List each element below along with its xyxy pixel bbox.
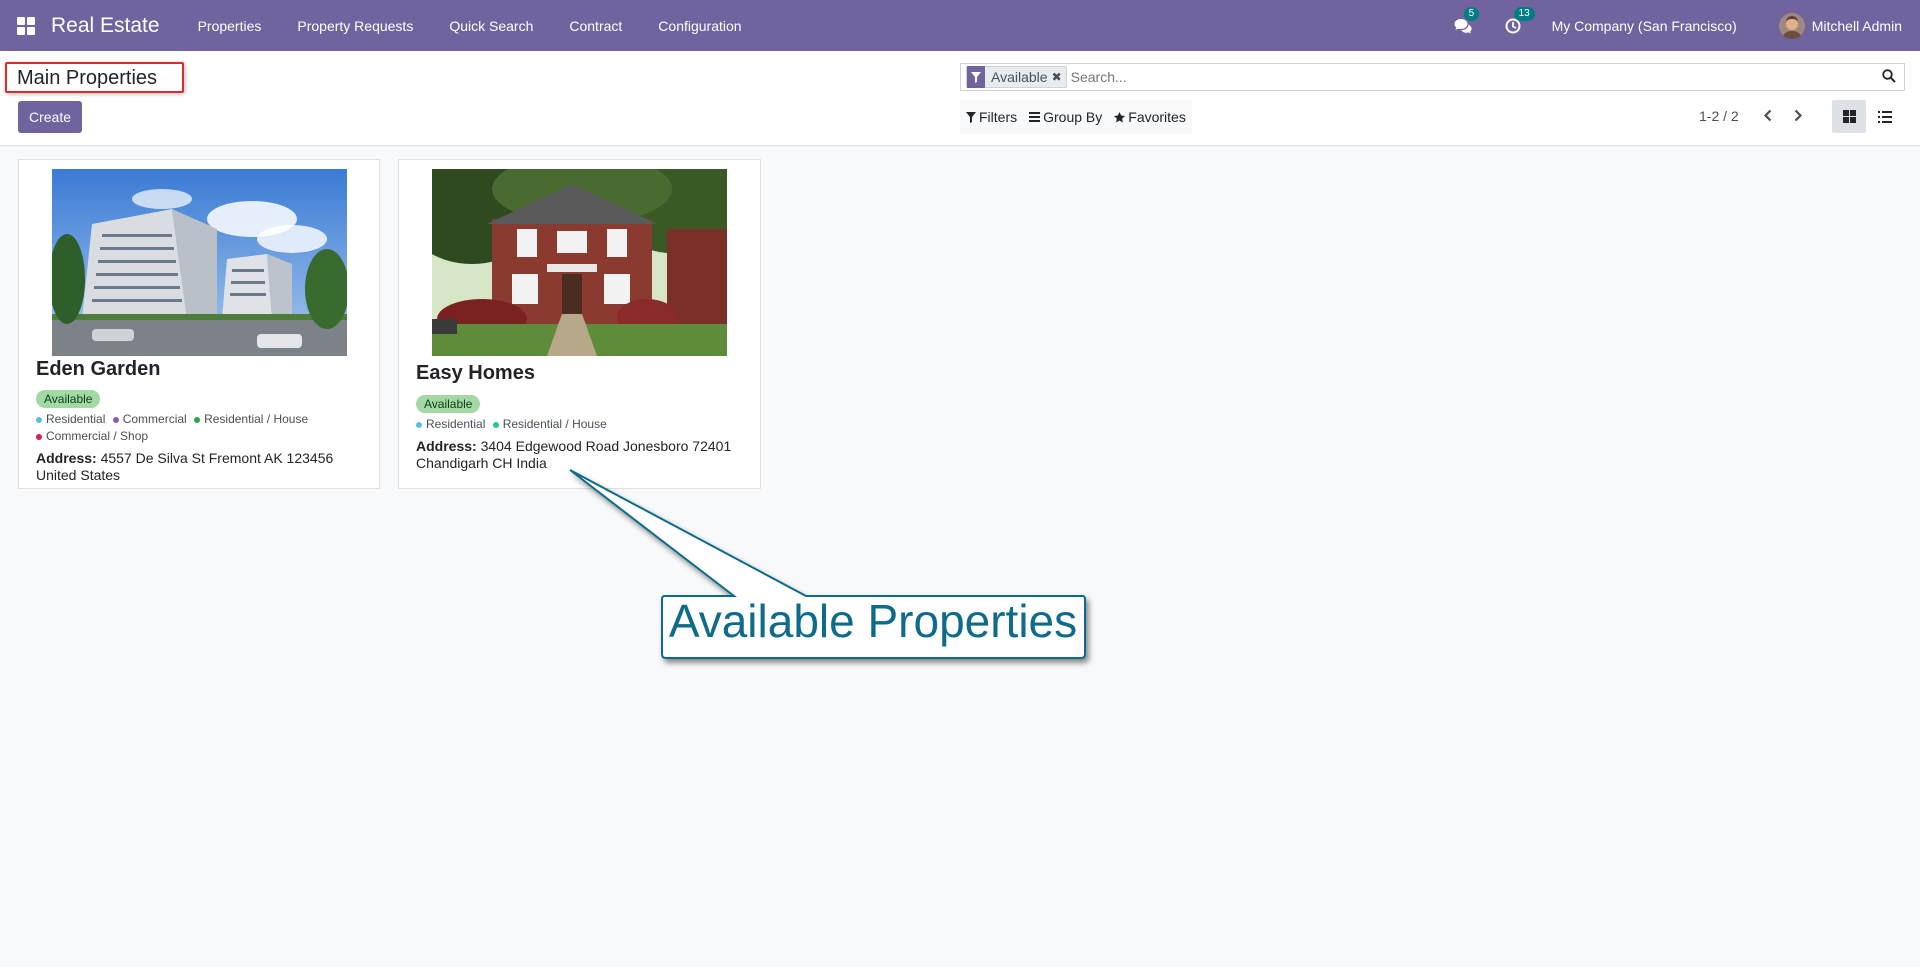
- facet-value: Available: [991, 69, 1048, 85]
- breadcrumb: Main Properties: [5, 62, 184, 93]
- tag-residential-house: Residential / House: [492, 416, 607, 433]
- menu-configuration[interactable]: Configuration: [640, 18, 759, 34]
- chevron-right-icon[interactable]: [1791, 106, 1805, 124]
- tag-dot: [492, 421, 499, 428]
- close-icon[interactable]: ✖: [1052, 70, 1066, 84]
- tag-dot: [36, 416, 42, 423]
- property-card-easy-homes[interactable]: Easy Homes Available Residential Residen…: [398, 159, 761, 489]
- status-badge: Available: [416, 395, 481, 413]
- group-by-label: Group By: [1043, 109, 1103, 125]
- property-title: Easy Homes: [416, 362, 535, 384]
- messages-count-badge: 5: [1463, 6, 1480, 21]
- kanban-view-button[interactable]: [1832, 100, 1866, 133]
- property-address: Address: 3404 Edgewood Road Jonesboro 72…: [416, 438, 746, 472]
- tag-label: Residential / House: [204, 412, 309, 426]
- activities-count-badge: 13: [1513, 6, 1535, 21]
- tag-commercial-shop: Commercial / Shop: [36, 428, 148, 445]
- tag-label: Commercial: [122, 412, 187, 426]
- control-panel: Main Properties Create Available ✖ Filte…: [0, 51, 1920, 146]
- favorites-label: Favorites: [1128, 109, 1186, 125]
- star-icon: [1114, 111, 1126, 122]
- property-tags: Residential Residential / House: [416, 416, 746, 433]
- property-title: Eden Garden: [36, 358, 161, 380]
- tag-label: Residential / House: [502, 417, 607, 431]
- tag-label: Residential: [46, 412, 106, 426]
- app-name[interactable]: Real Estate: [51, 14, 160, 38]
- tag-residential-house: Residential / House: [194, 411, 308, 428]
- pager-value[interactable]: 1-2 / 2: [1699, 108, 1739, 124]
- search-icon[interactable]: [1882, 69, 1896, 86]
- filter-icon: [967, 66, 985, 88]
- tag-label: Commercial / Shop: [46, 429, 149, 443]
- tag-dot: [416, 421, 422, 428]
- callout-text: Available Properties: [668, 595, 1078, 647]
- tag-residential: Residential: [36, 411, 105, 428]
- group-by-button[interactable]: Group By: [1023, 100, 1108, 134]
- menu-quick-search[interactable]: Quick Search: [431, 18, 551, 34]
- search-facet: Available ✖: [966, 66, 1067, 88]
- favorites-button[interactable]: Favorites: [1108, 100, 1192, 134]
- menu-contract[interactable]: Contract: [551, 18, 640, 34]
- messages-button[interactable]: 5: [1452, 6, 1480, 36]
- search-bar: Available ✖: [960, 63, 1905, 91]
- address-label: Address:: [416, 438, 477, 454]
- create-button[interactable]: Create: [18, 101, 82, 133]
- menu-property-requests[interactable]: Property Requests: [279, 18, 431, 34]
- property-address: Address: 4557 De Silva St Fremont AK 123…: [36, 450, 366, 484]
- list-view-button[interactable]: [1868, 100, 1902, 133]
- property-image: [52, 169, 347, 356]
- grid-icon: [1842, 110, 1856, 123]
- search-input[interactable]: [1070, 69, 1851, 85]
- avatar[interactable]: [1778, 12, 1805, 39]
- filters-label: Filters: [979, 109, 1018, 125]
- tag-commercial: Commercial: [112, 411, 187, 428]
- tag-label: Residential: [426, 417, 486, 431]
- property-card-eden-garden[interactable]: Eden Garden Available Residential Commer…: [18, 159, 380, 489]
- menu-properties[interactable]: Properties: [180, 18, 280, 34]
- user-menu[interactable]: Mitchell Admin: [1812, 18, 1902, 34]
- activities-button[interactable]: 13: [1502, 6, 1535, 36]
- tag-dot: [112, 416, 119, 423]
- bars-icon: [1029, 112, 1041, 122]
- filters-button[interactable]: Filters: [960, 100, 1023, 134]
- tag-dot: [36, 433, 42, 440]
- company-switcher[interactable]: My Company (San Francisco): [1552, 18, 1737, 34]
- property-image: [432, 169, 727, 356]
- filter-icon: [966, 111, 976, 123]
- tag-dot: [194, 416, 201, 423]
- property-tags: Residential Commercial Residential / Hou…: [36, 411, 366, 445]
- address-label: Address:: [36, 450, 97, 466]
- list-icon: [1878, 110, 1892, 123]
- top-navbar: Real Estate Properties Property Requests…: [0, 0, 1920, 51]
- apps-grid-icon[interactable]: [17, 16, 35, 35]
- status-badge: Available: [36, 390, 101, 408]
- chevron-left-icon[interactable]: [1760, 106, 1774, 124]
- search-options: Filters Group By Favorites: [960, 100, 1192, 134]
- tag-residential: Residential: [416, 416, 485, 433]
